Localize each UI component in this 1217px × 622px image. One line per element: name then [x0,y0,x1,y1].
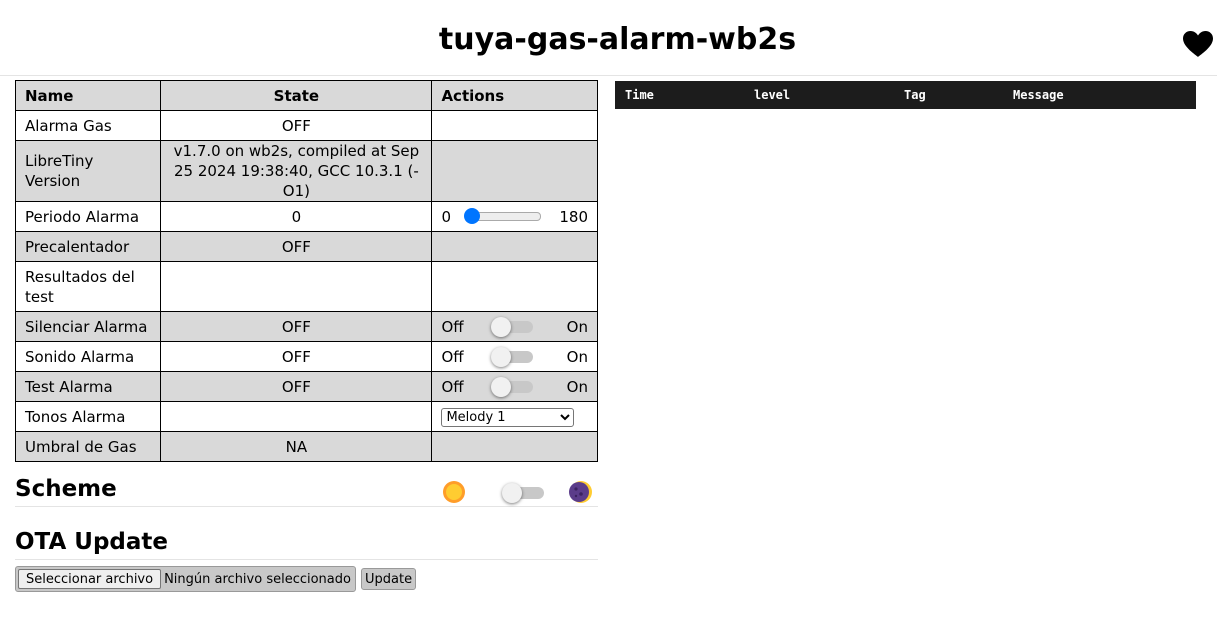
entity-actions: Melody 1 [431,401,598,432]
heart-icon[interactable] [1182,30,1214,58]
toggle-control: Off On [441,346,588,367]
entity-state: OFF [160,311,433,342]
entity-actions: Off On [431,311,598,342]
choose-file-button[interactable]: Seleccionar archivo [18,569,162,589]
entity-name: Alarma Gas [14,110,162,141]
entity-name: Periodo Alarma [14,201,162,232]
page-header: tuya-gas-alarm-wb2s [0,0,1217,76]
moon-icon [569,481,592,503]
entity-actions [431,140,598,202]
entity-state: NA [160,431,433,462]
sun-icon [443,481,465,503]
page-title: tuya-gas-alarm-wb2s [438,22,797,57]
entity-name: Umbral de Gas [14,431,162,462]
column-header-name: Name [14,80,162,111]
entity-state: OFF [160,371,433,402]
entity-actions [431,261,598,312]
range-slider[interactable] [464,208,542,224]
table-row: Precalentador OFF [14,231,598,262]
range-slider-control: 0 180 [441,208,588,226]
ota-section: OTA Update [15,529,598,560]
switch-knob [502,483,522,503]
table-row: Alarma Gas OFF [14,110,598,141]
log-column-level: level [754,88,791,102]
slider-max-label: 180 [559,207,588,226]
log-column-time: Time [625,88,654,102]
update-button[interactable]: Update [360,568,417,590]
entity-actions [431,431,598,462]
ota-form: Seleccionar archivo Ningún archivo selec… [15,566,417,592]
entity-name: LibreTiny Version [14,140,162,202]
switch-on-label: On [566,317,588,336]
entity-name: Tonos Alarma [14,401,162,432]
table-row: Silenciar Alarma OFF Off On [14,311,598,342]
entity-name: Silenciar Alarma [14,311,162,342]
table-header-row: Name State Actions [14,80,598,111]
entity-state: v1.7.0 on wb2s, compiled at Sep 25 2024 … [160,140,433,202]
entity-name: Resultados del test [14,261,162,312]
switch-knob [491,376,512,397]
table-row: Umbral de Gas NA [14,431,598,462]
file-status-label: Ningún archivo seleccionado [164,571,351,587]
entity-actions [431,110,598,141]
table-row: Resultados del test [14,261,598,312]
ota-title: OTA Update [15,529,168,555]
toggle-control: Off On [441,376,588,397]
entity-state: OFF [160,231,433,262]
entity-state: OFF [160,341,433,372]
log-column-tag: Tag [904,88,926,102]
entity-name: Precalentador [14,231,162,262]
slider-min-label: 0 [441,207,451,226]
switch-knob [491,316,512,337]
toggle-switch[interactable] [491,346,534,367]
log-header: Time level Tag Message [615,81,1196,109]
entity-actions: Off On [431,371,598,402]
switch-on-label: On [566,377,588,396]
entity-actions: Off On [431,341,598,372]
switch-on-label: On [566,347,588,366]
table-row: LibreTiny Version v1.7.0 on wb2s, compil… [14,140,598,202]
switch-off-label: Off [441,347,464,366]
file-input[interactable]: Seleccionar archivo Ningún archivo selec… [15,566,356,592]
entity-state [160,401,433,432]
entity-state: OFF [160,110,433,141]
scheme-section: Scheme [15,476,598,507]
entity-name: Test Alarma [14,371,162,402]
column-header-actions: Actions [431,80,598,111]
table-row: Periodo Alarma 0 0 180 [14,201,598,232]
toggle-switch[interactable] [491,376,534,397]
toggle-switch[interactable] [491,316,534,337]
entities-table: Name State Actions Alarma Gas OFF LibreT… [14,80,598,462]
entity-actions: 0 180 [431,201,598,232]
entities-panel: Name State Actions Alarma Gas OFF LibreT… [14,80,598,462]
table-row: Tonos Alarma Melody 1 [14,401,598,432]
entity-name: Sonido Alarma [14,341,162,372]
column-header-state: State [160,80,433,111]
scheme-toggle-switch[interactable] [502,483,544,503]
switch-off-label: Off [441,317,464,336]
switch-off-label: Off [441,377,464,396]
table-row: Test Alarma OFF Off On [14,371,598,402]
tones-select[interactable]: Melody 1 [441,407,575,427]
slider-thumb[interactable] [464,208,481,224]
entity-state: 0 [160,201,433,232]
table-row: Sonido Alarma OFF Off On [14,341,598,372]
entity-state [160,261,433,312]
entity-actions [431,231,598,262]
switch-knob [491,346,512,367]
toggle-control: Off On [441,316,588,337]
log-column-message: Message [1013,88,1064,102]
